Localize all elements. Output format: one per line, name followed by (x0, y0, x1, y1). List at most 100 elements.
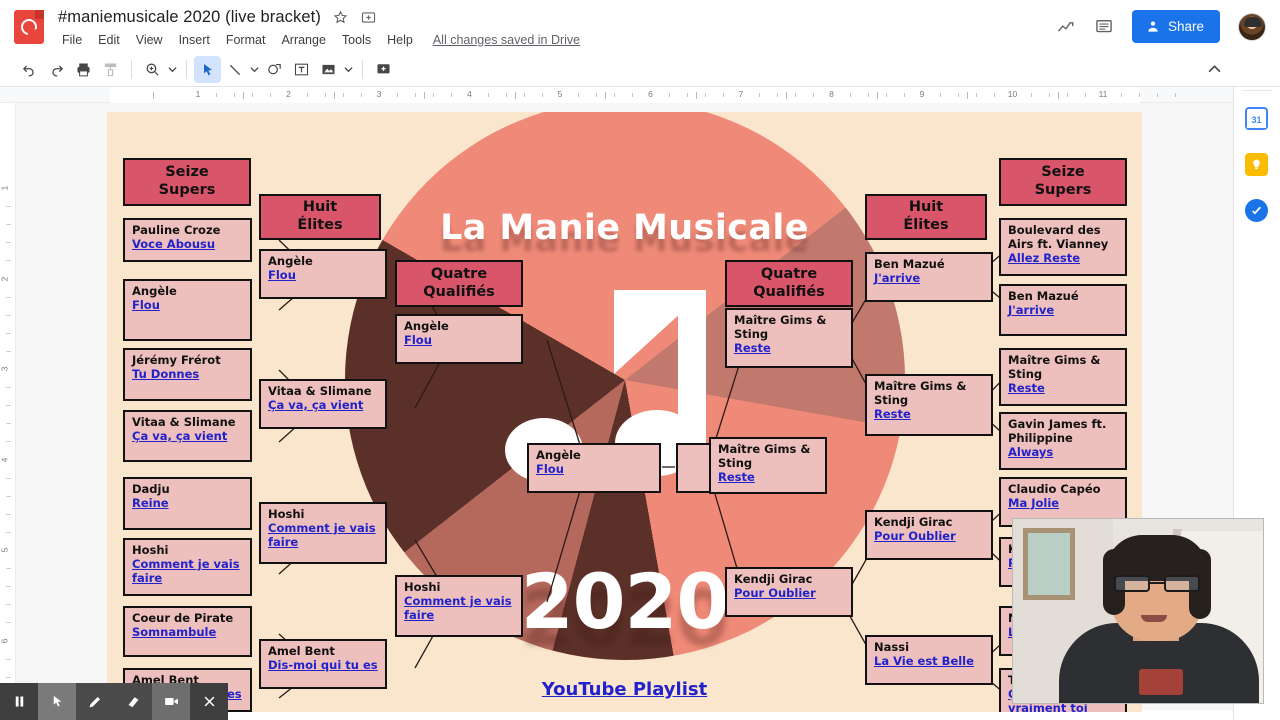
zoom-chevron-down-icon[interactable] (166, 56, 179, 83)
textbox-tool-icon[interactable] (288, 56, 315, 83)
select-tool-icon[interactable] (194, 56, 221, 83)
song-title[interactable]: Reste (874, 407, 985, 422)
line-tool-icon[interactable] (221, 56, 248, 83)
song-title[interactable]: Reste (734, 341, 845, 356)
bracket-box[interactable]: Boulevard des Airs ft. Vianney Allez Res… (999, 218, 1127, 276)
song-title[interactable]: Ça va, ça vient (132, 429, 244, 444)
song-title[interactable]: Allez Reste (1008, 251, 1119, 266)
song-title[interactable]: Flou (132, 298, 244, 313)
song-title[interactable]: La Vie est Belle (874, 654, 985, 669)
bracket-box[interactable]: Angèle Flou (259, 249, 387, 299)
paint-format-icon[interactable] (97, 56, 124, 83)
google-calendar-icon[interactable]: 31 (1245, 107, 1268, 130)
menu-insert[interactable]: Insert (171, 31, 218, 49)
song-title[interactable]: Comment je vais faire (404, 594, 515, 623)
bracket-box[interactable]: Angèle Flou (123, 279, 252, 341)
cursor-icon[interactable] (38, 683, 76, 720)
undo-icon[interactable] (16, 56, 43, 83)
ruler-tick-label: 10 (1007, 89, 1018, 99)
ruler-tick-label: 11 (1098, 89, 1108, 99)
menu-file[interactable]: File (58, 31, 90, 49)
bracket-box[interactable]: Hoshi Comment je vais faire (123, 538, 252, 596)
bracket-box[interactable]: Ben Mazué J'arrive (865, 252, 993, 302)
song-title[interactable]: Ma Jolie (1008, 496, 1119, 511)
song-title[interactable]: Tu Donnes (132, 367, 244, 382)
song-title[interactable]: Reste (718, 470, 819, 485)
header-seize-supers-left: Seize Supers (123, 158, 251, 206)
bracket-box[interactable]: Pauline Croze Voce Abousu (123, 218, 252, 262)
bracket-box[interactable]: Hoshi Comment je vais faire (395, 575, 523, 637)
google-keep-icon[interactable] (1245, 153, 1268, 176)
bracket-box[interactable]: Kendji Girac Pour Oublier (865, 510, 993, 560)
song-title[interactable]: Pour Oublier (874, 529, 985, 544)
artist-name: Ben Mazué (1008, 289, 1079, 303)
song-title[interactable]: J'arrive (874, 271, 985, 286)
bracket-box[interactable]: Maître Gims & Sting Reste (865, 374, 993, 436)
bracket-box-right-finalist[interactable]: Maître Gims & Sting Reste (709, 437, 827, 494)
comment-history-icon[interactable] (1094, 17, 1114, 37)
song-title[interactable]: Flou (268, 268, 379, 283)
image-chevron-down-icon[interactable] (342, 56, 355, 83)
bracket-box[interactable]: Jérémy Frérot Tu Donnes (123, 348, 252, 401)
share-button[interactable]: Share (1131, 10, 1220, 43)
slide-content[interactable]: La Manie Musicale La Manie Musicale 2020… (107, 112, 1142, 712)
vertical-ruler[interactable]: 1 2 3 4 5 6 (0, 103, 16, 714)
song-title[interactable]: Flou (536, 462, 653, 477)
print-icon[interactable] (70, 56, 97, 83)
song-title[interactable]: Voce Abousu (132, 237, 244, 252)
webcam-overlay[interactable] (1012, 518, 1264, 704)
song-title[interactable]: J'arrive (1008, 303, 1119, 318)
star-icon[interactable] (332, 9, 349, 26)
song-title[interactable]: Comment je vais faire (132, 557, 244, 586)
song-title[interactable]: Ça va, ça vient (268, 398, 379, 413)
bracket-box[interactable]: Dadju Reine (123, 477, 252, 530)
menu-tools[interactable]: Tools (334, 31, 379, 49)
song-title[interactable]: Always (1008, 445, 1119, 460)
user-avatar[interactable] (1238, 12, 1266, 41)
camera-icon[interactable] (152, 683, 190, 720)
bracket-box[interactable]: Gavin James ft. Philippine Always (999, 412, 1127, 470)
song-title[interactable]: Pour Oublier (734, 586, 845, 601)
bracket-box[interactable]: Hoshi Comment je vais faire (259, 502, 387, 564)
song-title[interactable]: Somnambule (132, 625, 244, 640)
redo-icon[interactable] (43, 56, 70, 83)
activity-dashboard-icon[interactable] (1056, 17, 1076, 37)
pause-icon[interactable] (0, 683, 38, 720)
save-status[interactable]: All changes saved in Drive (433, 33, 580, 47)
eraser-icon[interactable] (114, 683, 152, 720)
pen-icon[interactable] (76, 683, 114, 720)
bracket-box[interactable]: Maître Gims & Sting Reste (999, 348, 1127, 406)
bracket-box-left-finalist[interactable]: Angèle Flou (527, 443, 661, 493)
shape-tool-icon[interactable] (261, 56, 288, 83)
move-to-folder-icon[interactable] (360, 9, 377, 26)
menu-view[interactable]: View (128, 31, 171, 49)
bracket-box[interactable]: Angèle Flou (395, 314, 523, 364)
collapse-toolbar-icon[interactable] (1201, 56, 1228, 83)
google-slides-window: #maniemusicale 2020 (live bracket) File … (0, 0, 1280, 720)
horizontal-ruler[interactable]: 1 2 3 4 5 6 7 8 9 10 11 (0, 87, 1233, 103)
menu-edit[interactable]: Edit (90, 31, 128, 49)
song-title[interactable]: Flou (404, 333, 515, 348)
song-title[interactable]: Reste (1008, 381, 1119, 396)
image-tool-icon[interactable] (315, 56, 342, 83)
song-title[interactable]: Dis-moi qui tu es (268, 658, 379, 673)
bracket-box[interactable]: Vitaa & Slimane Ça va, ça vient (259, 379, 387, 429)
song-title[interactable]: Comment je vais faire (268, 521, 379, 550)
bracket-box[interactable]: Nassi La Vie est Belle (865, 635, 993, 685)
menu-arrange[interactable]: Arrange (273, 31, 333, 49)
bracket-box[interactable]: Coeur de Pirate Somnambule (123, 606, 252, 657)
song-title[interactable]: Reine (132, 496, 244, 511)
menu-help[interactable]: Help (379, 31, 421, 49)
add-comment-icon[interactable] (370, 56, 397, 83)
bracket-box[interactable]: Ben Mazué J'arrive (999, 284, 1127, 336)
zoom-icon[interactable] (139, 56, 166, 83)
bracket-box[interactable]: Amel Bent Dis-moi qui tu es (259, 639, 387, 689)
bracket-box[interactable]: Vitaa & Slimane Ça va, ça vient (123, 410, 252, 462)
menu-format[interactable]: Format (218, 31, 274, 49)
close-icon[interactable] (190, 683, 228, 720)
bracket-box[interactable]: Maître Gims & Sting Reste (725, 308, 853, 368)
document-title[interactable]: #maniemusicale 2020 (live bracket) (58, 8, 321, 27)
google-tasks-icon[interactable] (1245, 199, 1268, 222)
line-chevron-down-icon[interactable] (248, 56, 261, 83)
bracket-box[interactable]: Kendji Girac Pour Oublier (725, 567, 853, 617)
